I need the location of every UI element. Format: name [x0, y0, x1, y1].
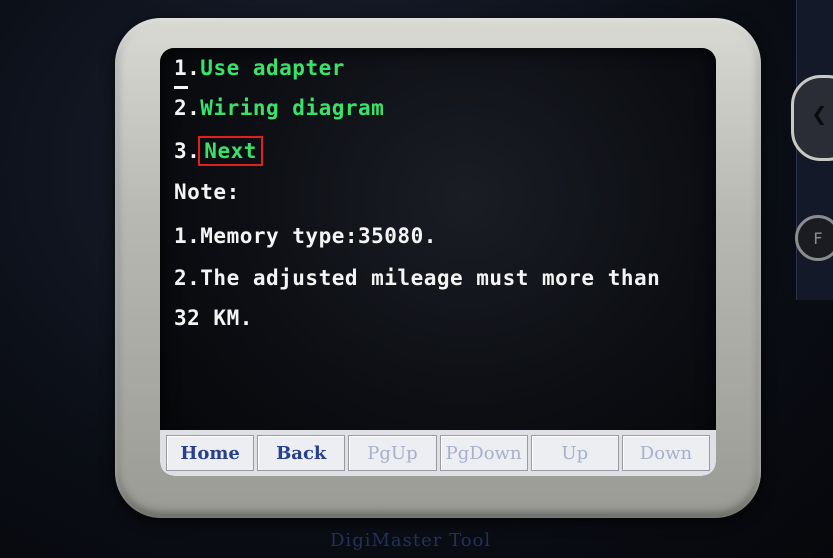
chevron-left-icon: ❮ — [811, 100, 827, 130]
menu-item-use-adapter[interactable]: 1.Use adapter — [174, 56, 345, 80]
bottom-toolbar: Home Back PgUp PgDown Up Down — [160, 430, 716, 476]
note-line-2: 2.The adjusted mileage must more than — [174, 266, 661, 290]
home-button[interactable]: Home — [166, 435, 255, 471]
lcd-screen: 1.Use adapter 2.Wiring diagram 3. Next No… — [160, 48, 716, 476]
side-function-button[interactable]: F — [795, 215, 833, 261]
page-down-button[interactable]: PgDown — [439, 435, 528, 471]
up-button[interactable]: Up — [530, 435, 619, 471]
note-line-3: 32 KM. — [174, 306, 253, 330]
side-function-label: F — [813, 228, 823, 248]
selection-cursor — [174, 86, 188, 89]
page-up-button[interactable]: PgUp — [348, 435, 437, 471]
next-highlight: Next — [198, 136, 263, 166]
menu-item-next[interactable]: 3. Next — [174, 136, 263, 166]
menu-item-wiring-diagram[interactable]: 2.Wiring diagram — [174, 96, 384, 120]
brand-label: DigiMaster Tool — [330, 530, 492, 551]
note-line-1: 1.Memory type:35080. — [174, 224, 437, 248]
down-button[interactable]: Down — [621, 435, 711, 471]
back-button[interactable]: Back — [257, 435, 346, 471]
note-heading: Note: — [174, 180, 240, 204]
device-body: ❮ F 1.Use adapter 2.Wiring diagram 3. Nex… — [0, 0, 833, 558]
